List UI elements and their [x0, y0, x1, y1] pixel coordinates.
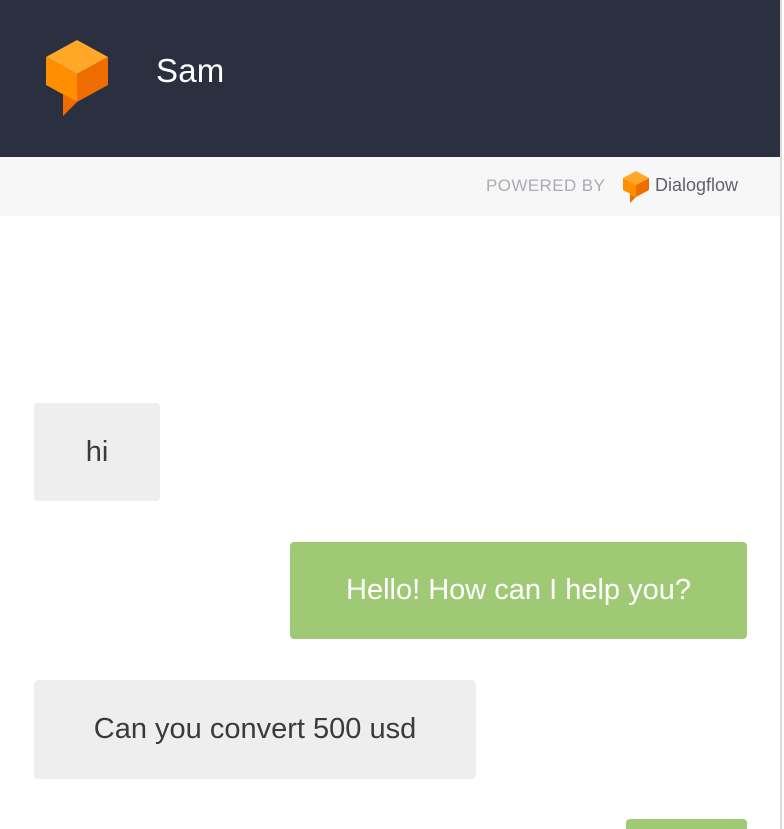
bot-message: [626, 819, 747, 829]
chat-window: Sam POWERED BY Dialogflow hi Hello! How …: [0, 0, 782, 829]
bot-message: Hello! How can I help you?: [290, 542, 747, 639]
chat-header: Sam: [0, 0, 780, 157]
user-message: Can you convert 500 usd: [34, 680, 476, 779]
dialogflow-cube-icon: [46, 40, 108, 116]
message-text: Can you convert 500 usd: [93, 713, 417, 745]
powered-by-label: POWERED BY: [486, 176, 606, 195]
user-message: hi: [34, 403, 160, 501]
message-text: Hello! How can I help you?: [346, 574, 691, 606]
dialogflow-brand[interactable]: Dialogflow: [655, 175, 738, 196]
dialogflow-cube-icon: [623, 171, 649, 203]
powered-by-bar: POWERED BY Dialogflow: [0, 157, 780, 216]
message-text: hi: [85, 435, 109, 468]
bot-name: Sam: [156, 52, 225, 89]
